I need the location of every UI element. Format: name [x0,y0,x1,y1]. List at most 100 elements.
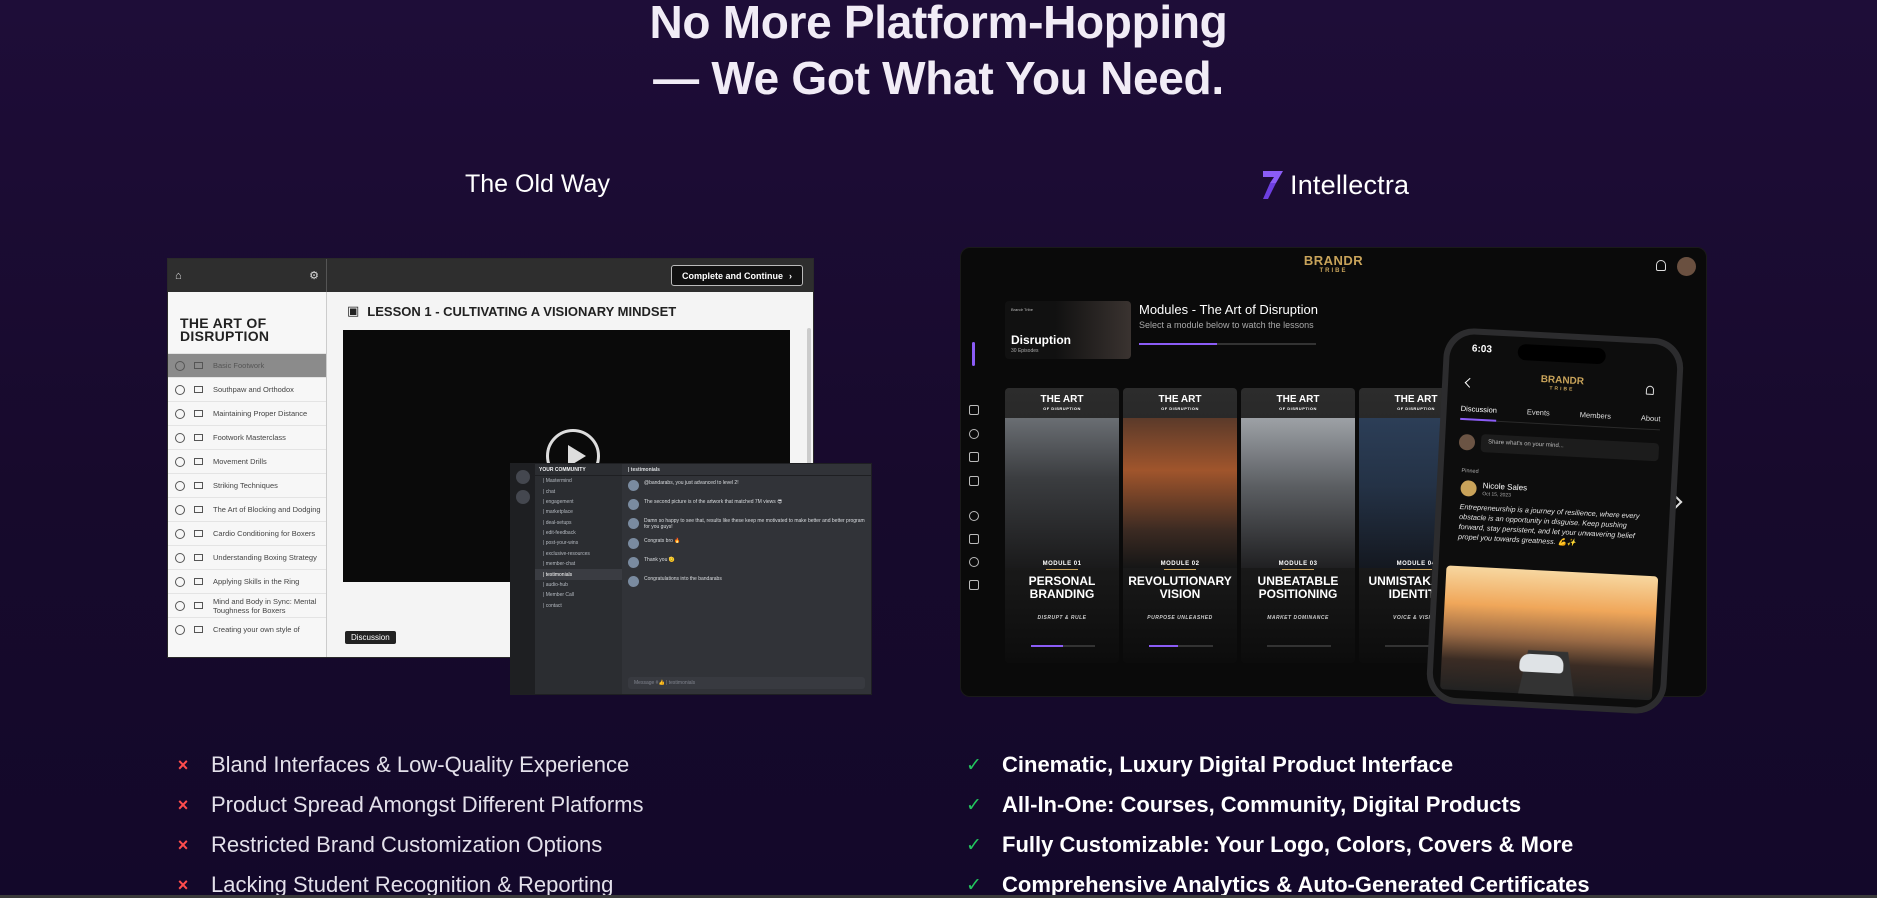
bell-icon[interactable] [1656,260,1666,271]
radio-icon[interactable] [175,384,185,395]
module-card[interactable]: THE ART OF DISRUPTION MODULE 01 PERSONAL BR… [1005,388,1119,663]
lesson-label: Mind and Body in Sync: Mental Toughness … [213,596,317,615]
avatar[interactable] [628,538,639,549]
avatar[interactable] [628,518,639,529]
channel-item[interactable]: | audio-hub [535,580,622,590]
avatar[interactable] [628,576,639,587]
lesson-item[interactable]: Mind and Body in Sync: Mental Toughness … [168,593,326,617]
message-input[interactable]: Message #👍 | testimonials [628,677,865,689]
help-icon[interactable] [969,557,979,567]
lesson-item[interactable]: Creating your own style of [168,617,326,641]
server-icon[interactable] [516,470,530,484]
home-icon[interactable]: ⌂ [175,270,182,282]
bell-icon[interactable] [1645,385,1655,395]
radio-icon[interactable] [175,528,185,539]
members-icon[interactable] [969,511,979,521]
chat-channel-header: | testimonials [622,464,871,476]
x-icon: × [177,754,189,775]
chat-icon[interactable] [969,580,979,590]
post-author: Nicole Sales Oct 15, 2023 [1460,480,1527,499]
channel-item[interactable]: | testimonials [535,569,622,580]
server-rail [511,464,535,694]
lesson-item[interactable]: Striking Techniques [168,473,326,497]
server-icon[interactable] [516,490,530,504]
point-item: ✓ Cinematic, Luxury Digital Product Inter… [963,752,1453,778]
user-icon[interactable] [969,429,979,439]
module-photo [1241,418,1355,568]
module-card[interactable]: THE ART OF DISRUPTION MODULE 02 REVOLUTIONA… [1123,388,1237,663]
channel-item[interactable]: | Mastermind [535,476,622,486]
channel-item[interactable]: | Member Call [535,590,622,600]
lesson-item[interactable]: Southpaw and Orthodox [168,377,326,401]
chat-message: Damn so happy to see that, results like … [622,514,871,534]
radio-icon[interactable] [175,432,185,443]
radio-icon[interactable] [175,624,185,635]
channel-item[interactable]: | marketplace [535,507,622,517]
lesson-label: Southpaw and Orthodox [213,385,294,394]
avatar[interactable] [628,499,639,510]
lesson-item[interactable]: Understanding Boxing Strategy [168,545,326,569]
module-card[interactable]: THE ART OF DISRUPTION MODULE 03 UNBEATABLE … [1241,388,1355,663]
phone-time: 6:03 [1471,343,1493,356]
video-icon [194,362,203,369]
module-tagline: MARKET DOMINANCE [1267,615,1329,621]
avatar[interactable] [628,557,639,568]
modules-subtitle: Select a module below to watch the lesso… [1139,320,1314,330]
radio-icon[interactable] [175,504,185,515]
radio-icon[interactable] [175,552,185,563]
radio-icon[interactable] [175,456,185,467]
discussion-tab[interactable]: Discussion [345,631,396,644]
server-name[interactable]: YOUR COMMUNITY [535,464,622,476]
lesson-item[interactable]: Basic Footwork [168,353,326,377]
tab-discussion[interactable]: Discussion [1460,403,1498,422]
phone-screen: 6:03 BRANDR TRIBE Discussion Events Member… [1431,333,1679,709]
message-text: Damn so happy to see that, results like … [644,518,865,530]
channel-item[interactable]: | chat [535,486,622,496]
lms-sidebar: THE ART OF DISRUPTION Basic Footwork Sout… [168,292,327,657]
lesson-item[interactable]: Maintaining Proper Distance [168,401,326,425]
courses-icon[interactable] [969,476,979,486]
radio-icon[interactable] [175,600,185,611]
post-image[interactable] [1440,565,1659,701]
message-text: The second picture is of the artwork tha… [644,499,783,505]
module-card-heading: THE ART OF DISRUPTION [1241,388,1355,413]
featured-course-thumb[interactable]: Brandr Tribe Disruption 30 Episodes [1005,301,1131,359]
lesson-item[interactable]: Movement Drills [168,449,326,473]
complete-continue-button[interactable]: Complete and Continue › [671,265,803,286]
channel-item[interactable]: | deal-setups [535,518,622,528]
radio-icon[interactable] [175,480,185,491]
lesson-item[interactable]: Applying Skills in the Ring [168,569,326,593]
point-text: All-In-One: Courses, Community, Digital … [1002,792,1522,817]
channel-item[interactable]: | post-your-wins [535,538,622,548]
gear-icon[interactable]: ⚙ [309,269,319,282]
chat-message: Thank you 🫡 [622,553,871,572]
channel-item[interactable]: | contact [535,601,622,611]
image-icon[interactable] [969,534,979,544]
point-text: Product Spread Amongst Different Platfor… [211,792,644,817]
radio-icon[interactable] [175,360,185,371]
settings-icon[interactable] [969,452,979,462]
lesson-item[interactable]: The Art of Blocking and Dodging [168,497,326,521]
home-icon[interactable] [969,405,979,415]
channel-item[interactable]: | edit-feedback [535,528,622,538]
lesson-item[interactable]: Footwork Masterclass [168,425,326,449]
post-input[interactable]: Share what's on your mind... [1480,434,1660,462]
lesson-item[interactable]: Cardio Conditioning for Boxers [168,521,326,545]
tab-members[interactable]: Members [1580,410,1612,421]
radio-icon[interactable] [175,576,185,587]
channel-item[interactable]: | exclusive-resources [535,549,622,559]
module-card-heading: THE ART OF DISRUPTION [1005,388,1119,413]
avatar[interactable] [1677,257,1696,276]
lesson-label: Movement Drills [213,457,267,466]
lms-topbar: ⌂ ⚙ Complete and Continue › [168,259,813,292]
avatar[interactable] [1460,480,1477,497]
tab-events[interactable]: Events [1527,407,1550,417]
dynamic-island [1517,343,1607,365]
channel-item[interactable]: | engagement [535,497,622,507]
course-title: THE ART OF DISRUPTION [180,315,270,344]
channel-item[interactable]: | member-chat [535,559,622,569]
radio-icon[interactable] [175,408,185,419]
avatar[interactable] [628,480,639,491]
video-icon [194,578,203,585]
tab-about[interactable]: About [1641,413,1661,423]
